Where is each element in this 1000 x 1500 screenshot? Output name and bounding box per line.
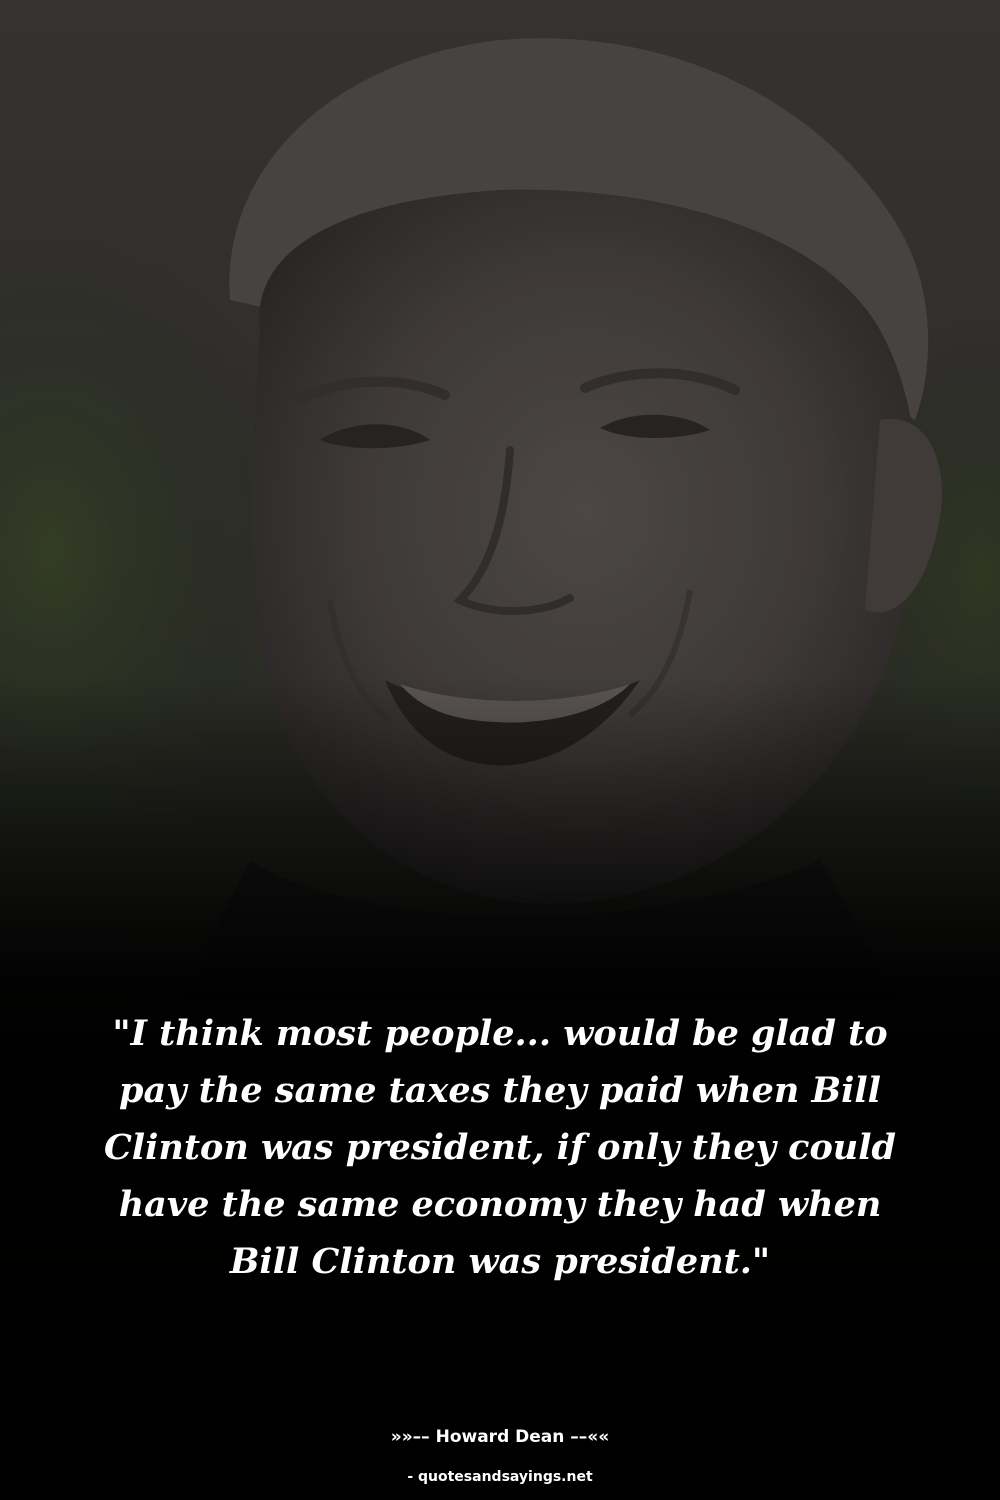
quote-text: "I think most people... would be glad to… bbox=[103, 1013, 897, 1282]
author-attribution: »»–– Howard Dean ––«« bbox=[390, 1427, 610, 1447]
quote-poster: "I think most people... would be glad to… bbox=[0, 0, 1000, 1500]
source-watermark: - quotesandsayings.net bbox=[407, 1469, 593, 1485]
